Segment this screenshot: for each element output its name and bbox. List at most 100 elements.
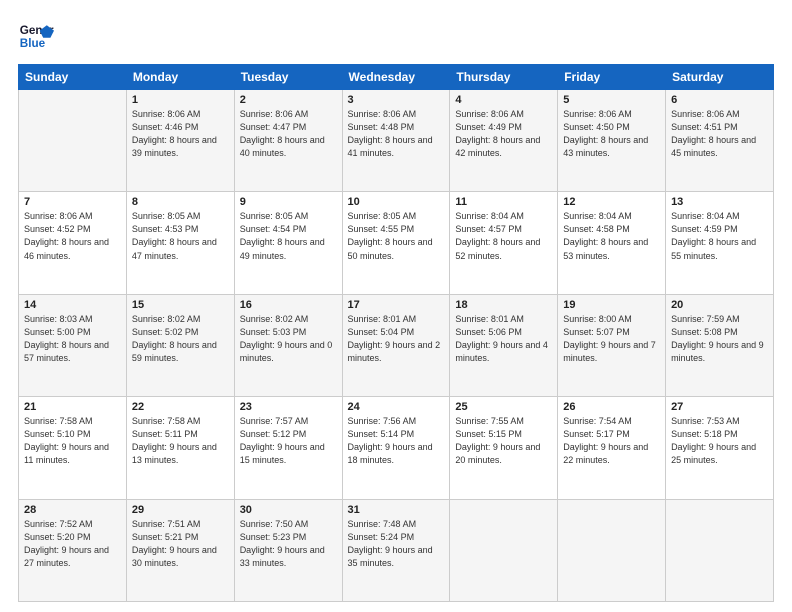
calendar-cell: 9Sunrise: 8:05 AMSunset: 4:54 PMDaylight… bbox=[234, 192, 342, 294]
calendar-cell: 2Sunrise: 8:06 AMSunset: 4:47 PMDaylight… bbox=[234, 90, 342, 192]
day-number: 26 bbox=[563, 401, 660, 413]
calendar-cell: 27 Sunrise: 7:53 AMSunset: 5:18 PMDayligh… bbox=[666, 397, 774, 499]
day-info: Sunrise: 8:06 AMSunset: 4:51 PMDaylight:… bbox=[671, 108, 768, 160]
header-sunday: Sunday bbox=[19, 65, 127, 90]
day-info: Sunrise: 8:02 AMSunset: 5:03 PMDaylight:… bbox=[240, 313, 337, 365]
calendar-cell: 16 Sunrise: 8:02 AMSunset: 5:03 PMDayligh… bbox=[234, 294, 342, 396]
day-info: Sunrise: 7:58 AMSunset: 5:11 PMDaylight:… bbox=[132, 415, 229, 467]
day-number: 6 bbox=[671, 94, 768, 106]
header-monday: Monday bbox=[126, 65, 234, 90]
header-thursday: Thursday bbox=[450, 65, 558, 90]
day-info: Sunrise: 8:06 AMSunset: 4:46 PMDaylight:… bbox=[132, 108, 229, 160]
day-info: Sunrise: 7:55 AMSunset: 5:15 PMDaylight:… bbox=[455, 415, 552, 467]
calendar-cell: 30 Sunrise: 7:50 AMSunset: 5:23 PMDayligh… bbox=[234, 499, 342, 601]
day-info: Sunrise: 7:57 AMSunset: 5:12 PMDaylight:… bbox=[240, 415, 337, 467]
calendar-cell: 19 Sunrise: 8:00 AMSunset: 5:07 PMDayligh… bbox=[558, 294, 666, 396]
header-saturday: Saturday bbox=[666, 65, 774, 90]
day-number: 25 bbox=[455, 401, 552, 413]
day-info: Sunrise: 7:58 AMSunset: 5:10 PMDaylight:… bbox=[24, 415, 121, 467]
week-row-3: 21 Sunrise: 7:58 AMSunset: 5:10 PMDayligh… bbox=[19, 397, 774, 499]
day-number: 30 bbox=[240, 504, 337, 516]
calendar-cell: 28Sunrise: 7:52 AMSunset: 5:20 PMDayligh… bbox=[19, 499, 127, 601]
day-number: 18 bbox=[455, 299, 552, 311]
day-number: 29 bbox=[132, 504, 229, 516]
day-info: Sunrise: 7:59 AMSunset: 5:08 PMDaylight:… bbox=[671, 313, 768, 365]
calendar-cell: 17 Sunrise: 8:01 AMSunset: 5:04 PMDayligh… bbox=[342, 294, 450, 396]
calendar-cell: 15Sunrise: 8:02 AMSunset: 5:02 PMDayligh… bbox=[126, 294, 234, 396]
day-number: 8 bbox=[132, 196, 229, 208]
calendar-cell: 24Sunrise: 7:56 AMSunset: 5:14 PMDayligh… bbox=[342, 397, 450, 499]
calendar-cell: 8Sunrise: 8:05 AMSunset: 4:53 PMDaylight… bbox=[126, 192, 234, 294]
day-info: Sunrise: 8:03 AMSunset: 5:00 PMDaylight:… bbox=[24, 313, 121, 365]
day-info: Sunrise: 8:06 AMSunset: 4:50 PMDaylight:… bbox=[563, 108, 660, 160]
day-info: Sunrise: 8:04 AMSunset: 4:59 PMDaylight:… bbox=[671, 210, 768, 262]
day-number: 13 bbox=[671, 196, 768, 208]
day-number: 5 bbox=[563, 94, 660, 106]
day-info: Sunrise: 7:48 AMSunset: 5:24 PMDaylight:… bbox=[348, 518, 445, 570]
logo: General Blue bbox=[18, 18, 54, 54]
day-number: 15 bbox=[132, 299, 229, 311]
day-info: Sunrise: 8:05 AMSunset: 4:55 PMDaylight:… bbox=[348, 210, 445, 262]
day-info: Sunrise: 7:51 AMSunset: 5:21 PMDaylight:… bbox=[132, 518, 229, 570]
day-info: Sunrise: 8:06 AMSunset: 4:52 PMDaylight:… bbox=[24, 210, 121, 262]
calendar-cell: 1 Sunrise: 8:06 AMSunset: 4:46 PMDaylight… bbox=[126, 90, 234, 192]
day-number: 21 bbox=[24, 401, 121, 413]
day-number: 2 bbox=[240, 94, 337, 106]
day-number: 3 bbox=[348, 94, 445, 106]
day-info: Sunrise: 8:04 AMSunset: 4:57 PMDaylight:… bbox=[455, 210, 552, 262]
calendar-cell: 12 Sunrise: 8:04 AMSunset: 4:58 PMDayligh… bbox=[558, 192, 666, 294]
header-friday: Friday bbox=[558, 65, 666, 90]
calendar-cell: 22 Sunrise: 7:58 AMSunset: 5:11 PMDayligh… bbox=[126, 397, 234, 499]
day-number: 1 bbox=[132, 94, 229, 106]
calendar-cell: 5 Sunrise: 8:06 AMSunset: 4:50 PMDaylight… bbox=[558, 90, 666, 192]
week-row-4: 28Sunrise: 7:52 AMSunset: 5:20 PMDayligh… bbox=[19, 499, 774, 601]
calendar-cell: 6 Sunrise: 8:06 AMSunset: 4:51 PMDaylight… bbox=[666, 90, 774, 192]
day-number: 12 bbox=[563, 196, 660, 208]
day-info: Sunrise: 8:01 AMSunset: 5:06 PMDaylight:… bbox=[455, 313, 552, 365]
day-number: 14 bbox=[24, 299, 121, 311]
day-info: Sunrise: 7:54 AMSunset: 5:17 PMDaylight:… bbox=[563, 415, 660, 467]
day-number: 19 bbox=[563, 299, 660, 311]
calendar-cell: 20 Sunrise: 7:59 AMSunset: 5:08 PMDayligh… bbox=[666, 294, 774, 396]
calendar-cell bbox=[666, 499, 774, 601]
calendar-cell: 26 Sunrise: 7:54 AMSunset: 5:17 PMDayligh… bbox=[558, 397, 666, 499]
header-tuesday: Tuesday bbox=[234, 65, 342, 90]
day-info: Sunrise: 8:04 AMSunset: 4:58 PMDaylight:… bbox=[563, 210, 660, 262]
svg-text:Blue: Blue bbox=[20, 37, 46, 50]
page-header: General Blue bbox=[18, 18, 774, 54]
calendar-cell: 21 Sunrise: 7:58 AMSunset: 5:10 PMDayligh… bbox=[19, 397, 127, 499]
day-number: 10 bbox=[348, 196, 445, 208]
day-number: 16 bbox=[240, 299, 337, 311]
header-row: SundayMondayTuesdayWednesdayThursdayFrid… bbox=[19, 65, 774, 90]
day-info: Sunrise: 8:05 AMSunset: 4:54 PMDaylight:… bbox=[240, 210, 337, 262]
calendar-cell bbox=[558, 499, 666, 601]
calendar-cell: 4Sunrise: 8:06 AMSunset: 4:49 PMDaylight… bbox=[450, 90, 558, 192]
day-info: Sunrise: 8:01 AMSunset: 5:04 PMDaylight:… bbox=[348, 313, 445, 365]
day-info: Sunrise: 7:53 AMSunset: 5:18 PMDaylight:… bbox=[671, 415, 768, 467]
calendar-cell: 18 Sunrise: 8:01 AMSunset: 5:06 PMDayligh… bbox=[450, 294, 558, 396]
day-number: 7 bbox=[24, 196, 121, 208]
day-number: 31 bbox=[348, 504, 445, 516]
calendar-cell: 25 Sunrise: 7:55 AMSunset: 5:15 PMDayligh… bbox=[450, 397, 558, 499]
calendar-table: SundayMondayTuesdayWednesdayThursdayFrid… bbox=[18, 64, 774, 602]
calendar-cell bbox=[450, 499, 558, 601]
day-info: Sunrise: 8:00 AMSunset: 5:07 PMDaylight:… bbox=[563, 313, 660, 365]
day-info: Sunrise: 8:06 AMSunset: 4:49 PMDaylight:… bbox=[455, 108, 552, 160]
calendar-cell: 14 Sunrise: 8:03 AMSunset: 5:00 PMDayligh… bbox=[19, 294, 127, 396]
day-number: 27 bbox=[671, 401, 768, 413]
calendar-cell: 3 Sunrise: 8:06 AMSunset: 4:48 PMDaylight… bbox=[342, 90, 450, 192]
calendar-cell: 13 Sunrise: 8:04 AMSunset: 4:59 PMDayligh… bbox=[666, 192, 774, 294]
calendar-cell: 7 Sunrise: 8:06 AMSunset: 4:52 PMDaylight… bbox=[19, 192, 127, 294]
calendar-cell: 31 Sunrise: 7:48 AMSunset: 5:24 PMDayligh… bbox=[342, 499, 450, 601]
day-info: Sunrise: 7:52 AMSunset: 5:20 PMDaylight:… bbox=[24, 518, 121, 570]
day-number: 17 bbox=[348, 299, 445, 311]
day-info: Sunrise: 7:56 AMSunset: 5:14 PMDaylight:… bbox=[348, 415, 445, 467]
day-info: Sunrise: 7:50 AMSunset: 5:23 PMDaylight:… bbox=[240, 518, 337, 570]
day-number: 20 bbox=[671, 299, 768, 311]
day-number: 23 bbox=[240, 401, 337, 413]
logo-icon: General Blue bbox=[18, 18, 54, 54]
header-wednesday: Wednesday bbox=[342, 65, 450, 90]
day-number: 22 bbox=[132, 401, 229, 413]
day-info: Sunrise: 8:06 AMSunset: 4:48 PMDaylight:… bbox=[348, 108, 445, 160]
calendar-cell: 10 Sunrise: 8:05 AMSunset: 4:55 PMDayligh… bbox=[342, 192, 450, 294]
